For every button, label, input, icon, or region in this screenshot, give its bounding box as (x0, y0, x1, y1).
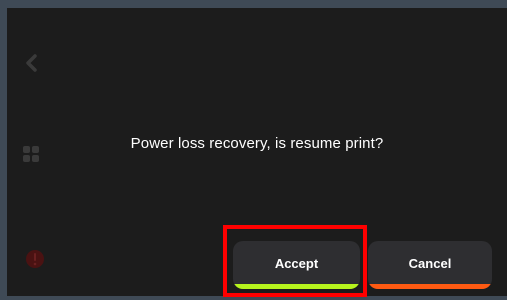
accept-button[interactable]: Accept (233, 241, 360, 289)
device-frame: Power loss recovery, is resume print? Ac… (0, 0, 507, 300)
cancel-accent-bar (368, 284, 492, 289)
alert-icon[interactable] (24, 248, 46, 270)
dialog-message: Power loss recovery, is resume print? (130, 135, 384, 152)
cancel-button-label: Cancel (408, 255, 452, 271)
accept-accent-bar (233, 284, 360, 289)
cancel-button[interactable]: Cancel (368, 241, 492, 289)
back-icon[interactable] (23, 53, 39, 73)
accept-button-label: Accept (274, 255, 319, 271)
